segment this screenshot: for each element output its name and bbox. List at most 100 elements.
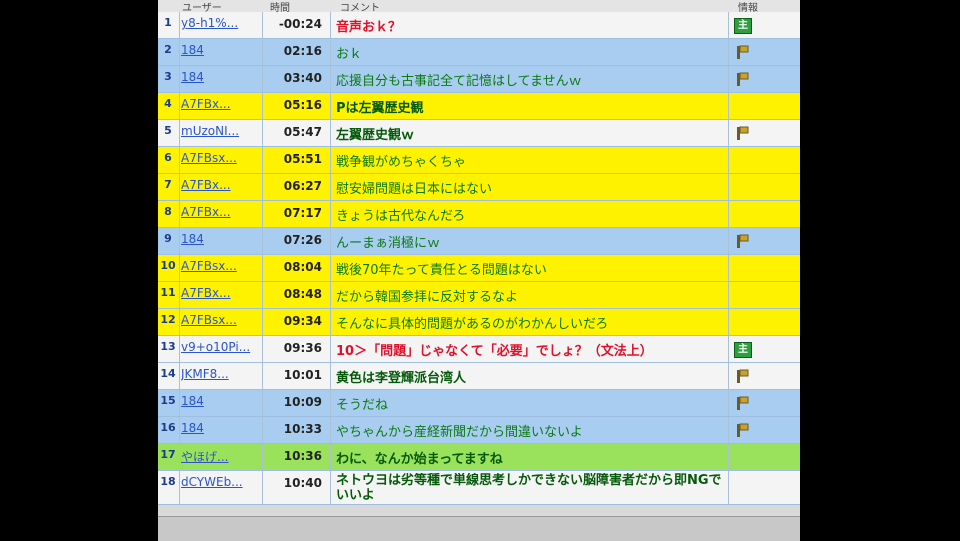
comment-user-link[interactable]: JKMF8... [181,367,259,381]
comment-text: ネトウヨは劣等種で単線思考しかできない脳障害者だから即NGでいいよ [336,473,722,503]
comment-row[interactable]: 11 A7FBx... 08:48 だから韓国参拝に反対するなよ [158,282,800,309]
comment-number: 15 [160,394,176,407]
comment-user-link[interactable]: 184 [181,43,259,57]
comment-time: 10:01 [283,368,322,382]
column-divider [262,471,263,504]
column-divider [728,39,729,65]
comment-text: おｋ [336,47,363,62]
column-divider [179,120,180,146]
comment-row[interactable]: 8 A7FBx... 07:17 きょうは古代なんだろ [158,201,800,228]
premium-flag-icon [737,234,749,248]
comment-user-link[interactable]: A7FBx... [181,97,259,111]
column-divider [179,255,180,281]
comment-row[interactable]: 3 184 03:40 応援自分も古事記全て記憶はしてませんｗ [158,66,800,93]
column-divider [330,12,331,38]
comment-text: 応援自分も古事記全て記憶はしてませんｗ [336,74,582,89]
comment-time: 08:48 [283,287,322,301]
column-divider [330,282,331,308]
comment-row[interactable]: 7 A7FBx... 06:27 慰安婦問題は日本にはない [158,174,800,201]
comment-time: 08:04 [283,260,322,274]
comment-row[interactable]: 15 184 10:09 そうだね [158,390,800,417]
column-divider [262,228,263,254]
column-divider [179,282,180,308]
column-divider [262,147,263,173]
comment-text: 黄色は李登輝派台湾人 [336,371,467,386]
column-divider [262,201,263,227]
column-divider [728,201,729,227]
comment-number: 3 [164,70,172,83]
comment-row[interactable]: 14 JKMF8... 10:01 黄色は李登輝派台湾人 [158,363,800,390]
comment-text: 音声おｋ？ [336,20,402,35]
comment-user-link[interactable]: 184 [181,232,259,246]
comment-number: 17 [160,448,176,461]
column-divider [262,174,263,200]
column-divider [179,228,180,254]
comment-text: 慰安婦問題は日本にはない [336,182,493,197]
column-divider [728,174,729,200]
comment-text: 戦後70年たって責任とる問題はない [336,263,547,278]
column-divider [179,363,180,389]
comment-row[interactable]: 12 A7FBsx... 09:34 そんなに具体的問題があるのがわかんしいだろ [158,309,800,336]
comment-row[interactable]: 2 184 02:16 おｋ [158,39,800,66]
column-divider [330,390,331,416]
comment-user-link[interactable]: v9+o10Pi... [181,340,259,354]
comment-time: 02:16 [283,44,322,58]
column-divider [262,390,263,416]
owner-badge-icon: 主 [734,18,752,34]
comment-list: 1 y8-h1%... -00:24 音声おｋ？主 2 184 02:16 おｋ 3 184 03:… [158,12,800,505]
comment-user-link[interactable]: 184 [181,70,259,84]
comment-user-link[interactable]: A7FBsx... [181,313,259,327]
comment-number: 11 [160,286,176,299]
comment-number: 10 [160,259,176,272]
column-divider [330,39,331,65]
comment-user-link[interactable]: A7FBsx... [181,151,259,165]
column-divider [179,336,180,362]
comment-row[interactable]: 17 やほげ... 10:36 わに、なんか始まってますね [158,444,800,471]
column-divider [330,174,331,200]
comment-time: 10:33 [283,422,322,436]
column-divider [262,417,263,443]
comment-user-link[interactable]: A7FBsx... [181,259,259,273]
column-divider [728,444,729,470]
column-divider [262,255,263,281]
column-divider [262,309,263,335]
premium-flag-icon [737,126,749,140]
comment-user-link[interactable]: A7FBx... [181,178,259,192]
comment-row[interactable]: 1 y8-h1%... -00:24 音声おｋ？ 主 [158,12,800,39]
column-divider [262,39,263,65]
column-divider [179,93,180,119]
column-divider [262,336,263,362]
comment-user-link[interactable]: dCYWEb... [181,475,259,489]
column-divider [179,147,180,173]
comment-user-link[interactable]: y8-h1%... [181,16,259,30]
column-divider [330,120,331,146]
comment-row[interactable]: 16 184 10:33 やちゃんから産経新聞だから間違いないよ [158,417,800,444]
comment-row[interactable]: 18 dCYWEb... 10:40 ネトウヨは劣等種で単線思考しかできない脳障害者だ… [158,471,800,505]
column-divider [179,174,180,200]
comment-user-link[interactable]: 184 [181,394,259,408]
column-divider [179,417,180,443]
comment-number: 6 [164,151,172,164]
comment-row[interactable]: 6 A7FBsx... 05:51 戦争観がめちゃくちゃ [158,147,800,174]
comment-user-link[interactable]: 184 [181,421,259,435]
comment-user-link[interactable]: A7FBx... [181,286,259,300]
comment-number: 18 [160,475,176,488]
comment-row[interactable]: 5 mUzoNI... 05:47 左翼歴史観ｗ [158,120,800,147]
column-divider [262,66,263,92]
comment-user-link[interactable]: mUzoNI... [181,124,259,138]
column-divider [728,12,729,38]
comment-text: 10＞「問題」じゃなくて「必要」でしょ？（文法上） [336,344,653,359]
comment-row[interactable]: 4 A7FBx... 05:16 Pは左翼歴史観 [158,93,800,120]
comment-user-link[interactable]: A7FBx... [181,205,259,219]
comment-row[interactable]: 10 A7FBsx... 08:04 戦後70年たって責任とる問題はない [158,255,800,282]
column-divider [262,282,263,308]
column-divider [330,417,331,443]
comment-user-link[interactable]: やほげ... [181,448,259,465]
comment-row[interactable]: 13 v9+o10Pi... 09:36 10＞「問題」じゃなくて「必要」でしょ？（文… [158,336,800,363]
column-divider [728,282,729,308]
column-divider [330,471,331,504]
column-divider [179,390,180,416]
comment-text: やちゃんから産経新聞だから間違いないよ [336,425,583,440]
column-divider [262,120,263,146]
comment-row[interactable]: 9 184 07:26 んーまぁ消極にｗ [158,228,800,255]
